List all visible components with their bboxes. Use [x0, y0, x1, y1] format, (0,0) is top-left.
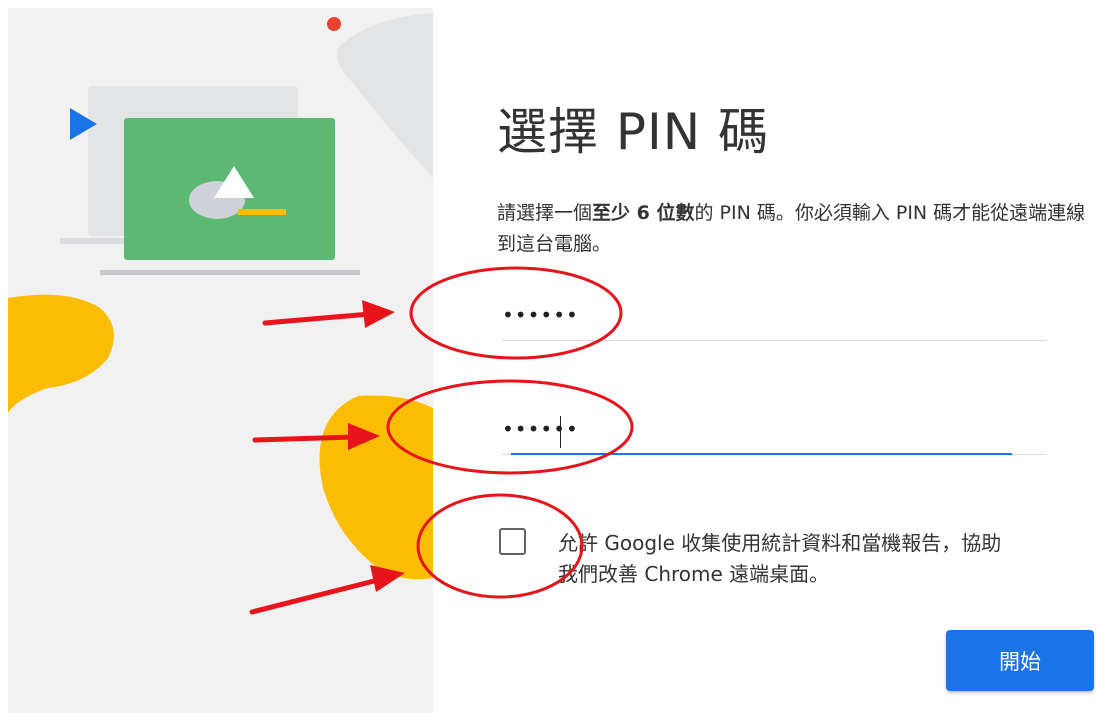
remote-desktop-illustration — [8, 13, 433, 580]
desc-text-bold: 至少 6 位數 — [592, 202, 695, 224]
pin-confirm-field[interactable] — [502, 414, 1046, 455]
illustration-panel — [8, 8, 433, 713]
yellow-bar-shape — [238, 209, 286, 215]
pin-instructions: 請選擇一個至少 6 位數的 PIN 碼。你必須輸入 PIN 碼才能從遠端連線到這… — [497, 198, 1087, 260]
usage-stats-label[interactable]: 允許 Google 收集使用統計資料和當機報告，協助我們改善 Chrome 遠端… — [558, 528, 1018, 590]
desc-text-pre: 請選擇一個 — [497, 202, 593, 224]
yellow-blob-left-shape — [8, 294, 114, 413]
red-dot-shape — [327, 17, 341, 31]
text-cursor — [560, 416, 561, 448]
start-button[interactable]: 開始 — [946, 630, 1094, 691]
page-title: 選擇 PIN 碼 — [497, 103, 770, 161]
pin-field[interactable] — [502, 300, 1046, 341]
usage-stats-checkbox[interactable] — [499, 528, 526, 555]
pin-confirm-focus-underline — [511, 453, 1012, 455]
yellow-blob-right-shape — [319, 395, 433, 580]
pin-confirm-input[interactable] — [502, 414, 1046, 444]
grey-blob-shape — [337, 13, 433, 178]
pin-underline — [502, 340, 1046, 341]
front-base-shape — [100, 270, 360, 275]
pin-input[interactable] — [502, 300, 1046, 330]
